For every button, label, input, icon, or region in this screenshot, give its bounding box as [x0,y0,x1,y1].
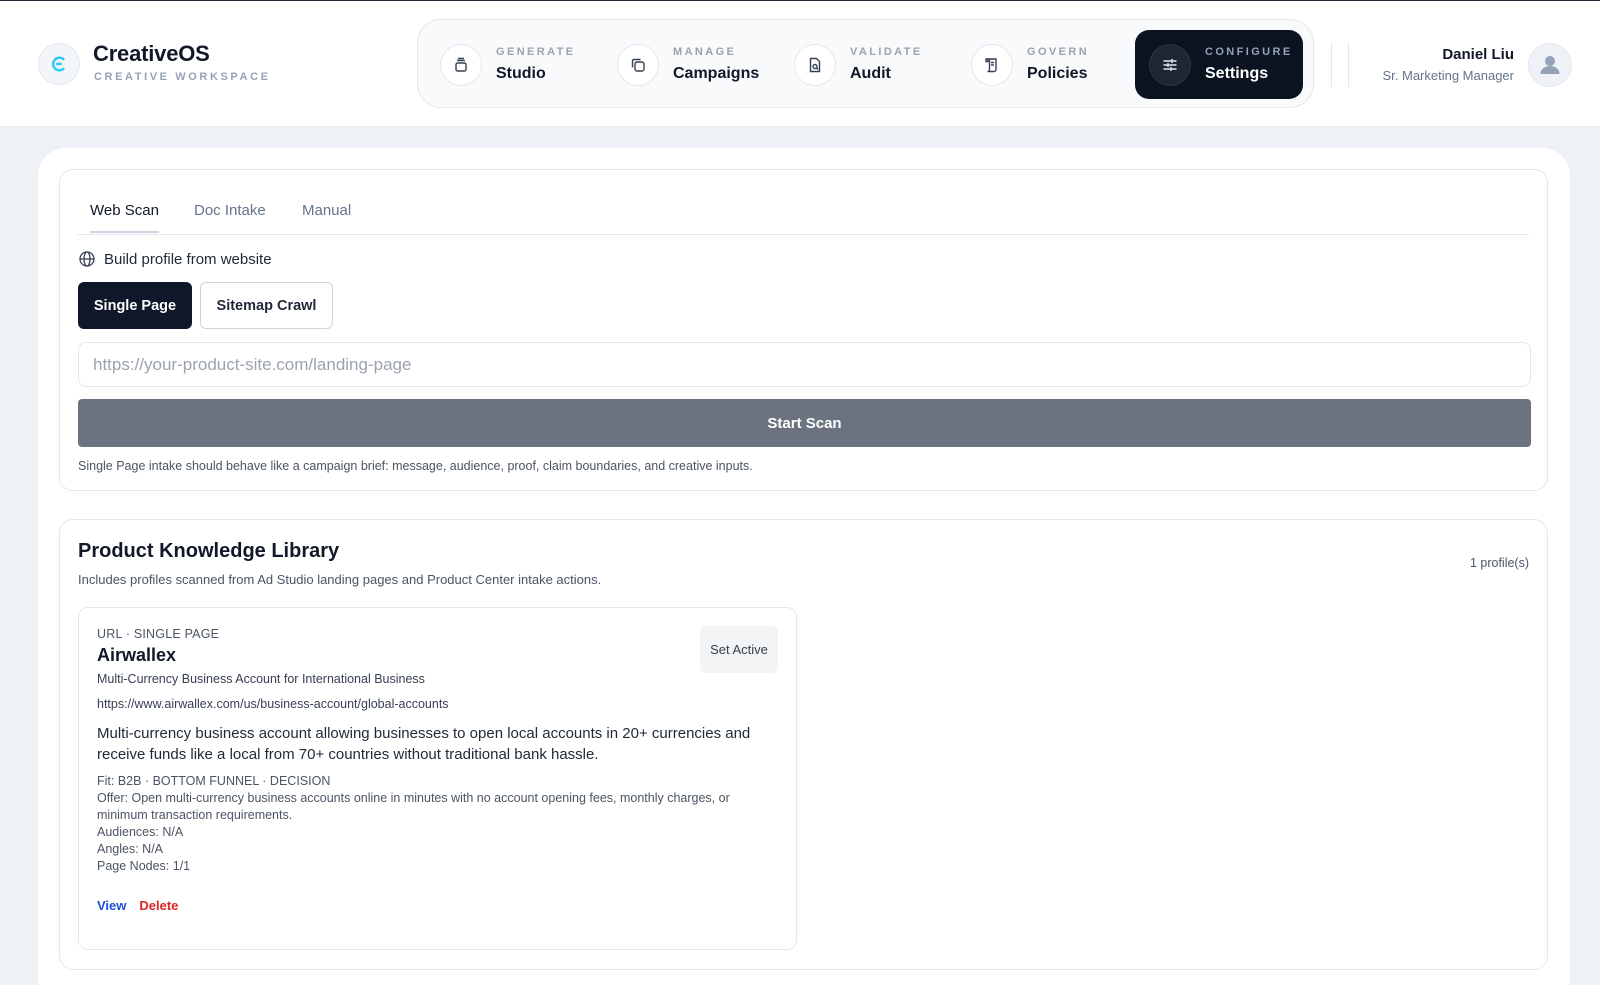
user-name: Daniel Liu [1442,46,1514,63]
top-bar: CreativeOS CREATIVE WORKSPACE GENERATE St… [0,0,1600,126]
user-role: Sr. Marketing Manager [1382,68,1514,83]
nav-campaigns[interactable]: MANAGE Campaigns [603,30,768,99]
profile-description: Multi-currency business account allowing… [97,725,751,763]
tab-manual[interactable]: Manual [302,202,351,231]
delete-link[interactable]: Delete [139,898,178,913]
nav-audit[interactable]: VALIDATE Audit [780,30,940,99]
nav-policies[interactable]: GOVERN Policies [957,30,1117,99]
brand-logo[interactable] [38,43,80,85]
brand-c-icon [51,56,65,72]
divider [1348,43,1349,87]
intake-tabs: Web Scan Doc Intake Manual [78,190,1529,235]
single-page-button[interactable]: Single Page [78,282,192,329]
profile-url: https://www.airwallex.com/us/business-ac… [97,697,449,711]
nav-settings[interactable]: CONFIGURE Settings [1135,30,1303,99]
nav-kicker: GOVERN [1027,46,1090,58]
main-content: Web Scan Doc Intake Manual Build profile… [38,148,1570,985]
nav-kicker: VALIDATE [850,46,923,58]
profile-offer: Offer: Open multi-currency business acco… [97,791,730,822]
scan-header: Build profile from website [78,250,272,268]
nav-kicker: MANAGE [673,46,737,58]
nav-label: Studio [496,65,546,82]
view-link[interactable]: View [97,898,126,913]
avatar[interactable] [1528,43,1572,87]
scroll-icon [971,43,1013,86]
nav-kicker: CONFIGURE [1205,46,1293,58]
divider [1331,43,1332,87]
file-audit-icon [794,43,836,86]
start-scan-button[interactable]: Start Scan [78,399,1531,447]
tab-web-scan[interactable]: Web Scan [90,202,159,233]
user-icon [1540,56,1560,74]
brand-tagline: CREATIVE WORKSPACE [94,71,271,83]
profile-fit: Fit: B2B · BOTTOM FUNNEL · DECISION [97,774,331,788]
profile-page-nodes: Page Nodes: 1/1 [97,859,191,873]
nav-label: Audit [850,65,891,82]
globe-icon [79,251,95,267]
nav-label: Settings [1205,65,1269,82]
profile-actions: View Delete [97,898,178,913]
profile-meta: Fit: B2B · BOTTOM FUNNEL · DECISION Offe… [97,773,757,875]
profile-audiences: Audiences: N/A [97,825,184,839]
sitemap-crawl-button[interactable]: Sitemap Crawl [200,282,333,329]
sliders-icon [1149,43,1191,86]
profile-count: 1 profile(s) [1469,556,1529,570]
profile-card: URL · SINGLE PAGE Airwallex Multi-Curren… [78,607,797,950]
profile-tagline: Multi-Currency Business Account for Inte… [97,672,425,686]
nav-studio[interactable]: GENERATE Studio [426,30,586,99]
scan-header-label: Build profile from website [104,250,272,268]
nav-label: Campaigns [673,65,760,82]
url-input[interactable] [78,342,1531,387]
layers-icon [440,43,482,86]
tab-doc-intake[interactable]: Doc Intake [194,202,266,231]
profile-name: Airwallex [97,645,177,665]
library-title: Product Knowledge Library [78,540,340,562]
main-nav: GENERATE Studio MANAGE Campaigns VALIDATE A… [417,19,1314,108]
library-card: Product Knowledge Library Includes profi… [59,519,1548,970]
profile-kicker: URL · SINGLE PAGE [97,627,220,641]
nav-label: Policies [1027,65,1088,82]
set-active-button[interactable]: Set Active [700,626,778,673]
library-subtitle: Includes profiles scanned from Ad Studio… [78,572,602,587]
copy-icon [617,43,659,86]
intake-card: Web Scan Doc Intake Manual Build profile… [59,169,1548,491]
nav-kicker: GENERATE [496,46,576,58]
profile-angles: Angles: N/A [97,842,164,856]
intake-hint: Single Page intake should behave like a … [78,459,753,473]
brand-name: CreativeOS [93,41,210,66]
